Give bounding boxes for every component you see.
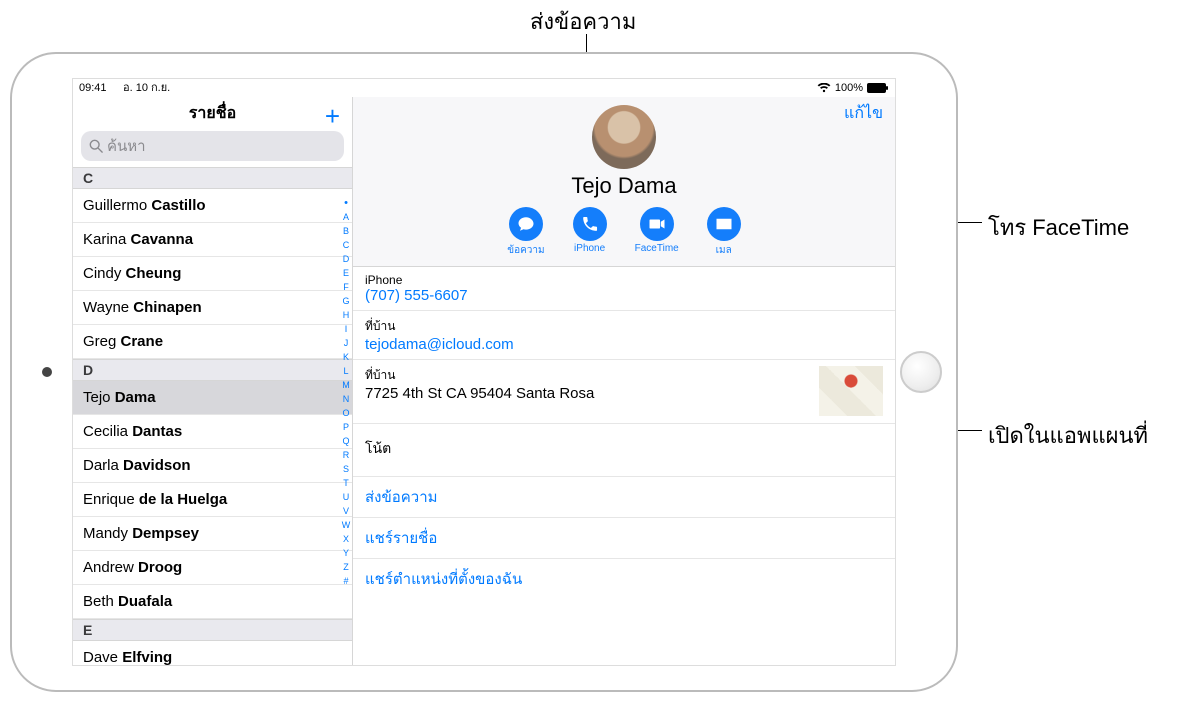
contact-row[interactable]: Dave Elfving: [73, 641, 352, 665]
contact-row[interactable]: Karina Cavanna: [73, 223, 352, 257]
edit-button[interactable]: แก้ไข: [844, 101, 883, 126]
contact-detail: แก้ไข Tejo Dama ข้อความ iPhone: [353, 97, 895, 665]
field-label: ที่บ้าน: [365, 366, 883, 385]
phone-field[interactable]: iPhone (707) 555-6607: [353, 266, 895, 310]
status-date: อ. 10 ก.ย.: [123, 79, 170, 97]
contact-row[interactable]: Guillermo Castillo: [73, 189, 352, 223]
contact-name: Tejo Dama: [353, 173, 895, 199]
map-thumbnail[interactable]: [819, 366, 883, 416]
send-message-link[interactable]: ส่งข้อความ: [353, 476, 895, 517]
mail-button[interactable]: เมล: [707, 207, 741, 258]
phone-icon: [581, 215, 599, 233]
message-button[interactable]: ข้อความ: [507, 207, 544, 258]
contact-row[interactable]: Darla Davidson: [73, 449, 352, 483]
action-label: FaceTime: [635, 243, 679, 254]
share-location-link[interactable]: แชร์ตำแหน่งที่ตั้งของฉัน: [353, 558, 895, 599]
contact-row[interactable]: Cecilia Dantas: [73, 415, 352, 449]
action-label: ข้อความ: [507, 243, 544, 258]
ipad-frame: 09:41 อ. 10 ก.ย. 100% รายชื่อ +: [10, 52, 958, 692]
notes-field[interactable]: โน้ต: [353, 423, 895, 476]
call-button[interactable]: iPhone: [573, 207, 607, 258]
detail-header: แก้ไข Tejo Dama ข้อความ iPhone: [353, 97, 895, 266]
contact-row[interactable]: Cindy Cheung: [73, 257, 352, 291]
avatar[interactable]: [592, 105, 656, 169]
action-label: เมล: [716, 243, 732, 258]
section-header: E: [73, 619, 352, 641]
search-icon: [89, 139, 103, 153]
search-input[interactable]: [107, 138, 336, 155]
screen: 09:41 อ. 10 ก.ย. 100% รายชื่อ +: [72, 78, 896, 666]
contact-row[interactable]: Andrew Droog: [73, 551, 352, 585]
message-icon: [517, 215, 535, 233]
share-contact-link[interactable]: แชร์รายชื่อ: [353, 517, 895, 558]
email-value[interactable]: tejodama@icloud.com: [365, 336, 883, 353]
phone-value[interactable]: (707) 555-6607: [365, 287, 883, 304]
search-field[interactable]: [81, 131, 344, 161]
battery-icon: [867, 79, 889, 97]
contact-row[interactable]: Beth Duafala: [73, 585, 352, 619]
contact-row[interactable]: Enrique de la Huelga: [73, 483, 352, 517]
field-label: ที่บ้าน: [365, 317, 883, 336]
front-camera: [42, 367, 52, 377]
contact-row[interactable]: Greg Crane: [73, 325, 352, 359]
contact-row[interactable]: Tejo Dama: [73, 381, 352, 415]
contact-row[interactable]: Wayne Chinapen: [73, 291, 352, 325]
status-battery-text: 100%: [835, 79, 863, 97]
sidebar-title: รายชื่อ: [73, 97, 352, 131]
email-field[interactable]: ที่บ้าน tejodama@icloud.com: [353, 310, 895, 359]
status-time: 09:41: [79, 79, 107, 97]
mail-icon: [715, 215, 733, 233]
wifi-icon: [817, 79, 831, 97]
video-icon: [648, 215, 666, 233]
callout-open-maps: เปิดในแอพแผนที่: [988, 418, 1148, 453]
status-bar: 09:41 อ. 10 ก.ย. 100%: [73, 79, 895, 97]
contact-row[interactable]: Mandy Dempsey: [73, 517, 352, 551]
home-button[interactable]: [900, 351, 942, 393]
facetime-button[interactable]: FaceTime: [635, 207, 679, 258]
action-label: iPhone: [574, 243, 605, 254]
section-header: D: [73, 359, 352, 381]
callout-facetime: โทร FaceTime: [988, 210, 1129, 245]
contact-list[interactable]: CGuillermo CastilloKarina CavannaCindy C…: [73, 167, 352, 665]
address-field[interactable]: ที่บ้าน 7725 4th St CA 95404 Santa Rosa: [353, 359, 895, 423]
section-header: C: [73, 167, 352, 189]
add-contact-button[interactable]: +: [325, 101, 340, 132]
address-value: 7725 4th St CA 95404 Santa Rosa: [365, 385, 883, 402]
contacts-sidebar: รายชื่อ + CGuillermo CastilloKarina Cava…: [73, 97, 353, 665]
field-label: iPhone: [365, 273, 883, 287]
callout-send-message: ส่งข้อความ: [530, 4, 636, 39]
